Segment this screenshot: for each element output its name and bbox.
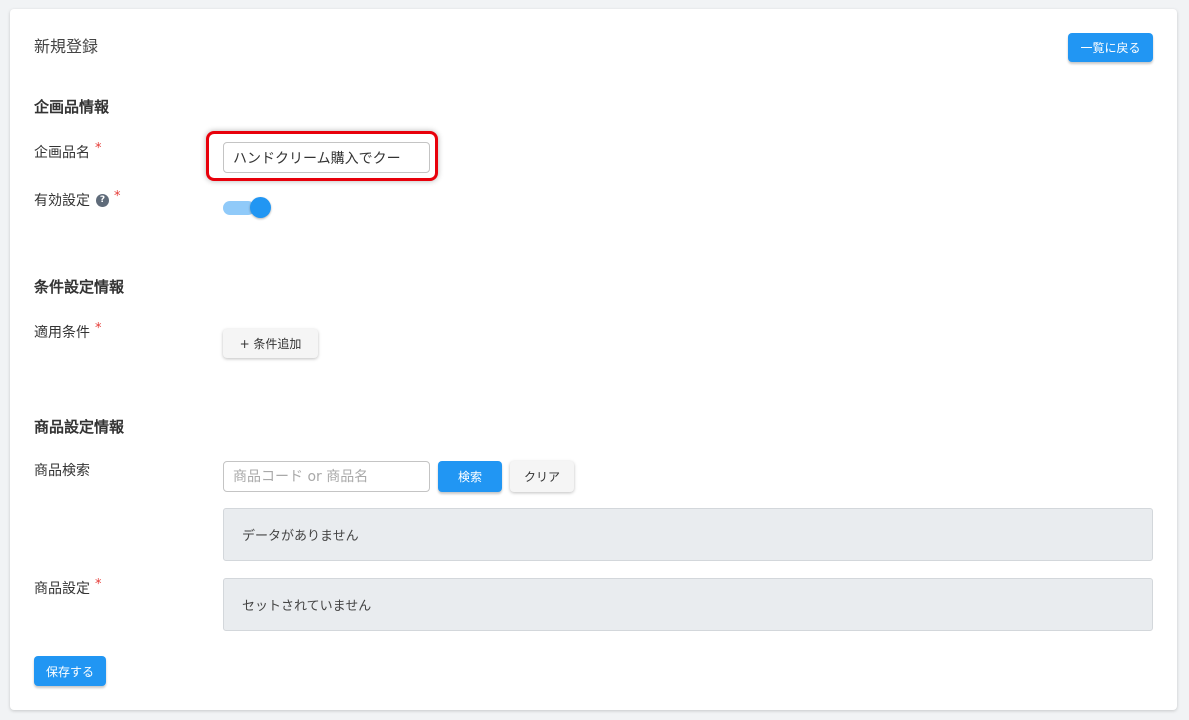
search-button[interactable]: 検索 [438, 461, 502, 492]
toggle-thumb[interactable] [250, 197, 271, 218]
required-mark: * [95, 140, 102, 156]
product-search-label-text: 商品検索 [34, 463, 90, 479]
product-search-input[interactable] [223, 461, 430, 492]
save-button[interactable]: 保存する [34, 656, 106, 686]
search-results-empty-text: データがありません [242, 529, 359, 544]
product-setting-panel: セットされていません [223, 578, 1153, 631]
product-setting-empty-text: セットされていません [242, 599, 372, 614]
enabled-setting-label-text: 有効設定 [34, 193, 90, 209]
required-mark: * [95, 320, 102, 336]
apply-condition-label: 適用条件 * [34, 320, 102, 342]
product-search-label: 商品検索 [34, 460, 90, 480]
search-results-panel: データがありません [223, 508, 1153, 561]
required-mark: * [95, 576, 102, 592]
product-setting-label-text: 商品設定 [34, 581, 90, 597]
planning-name-label-text: 企画品名 [34, 145, 90, 161]
apply-condition-label-text: 適用条件 [34, 325, 90, 341]
required-mark: * [114, 188, 121, 204]
help-icon[interactable]: ? [96, 193, 109, 207]
section-heading-conditions: 条件設定情報 [34, 278, 125, 296]
product-setting-label: 商品設定 * [34, 576, 102, 598]
back-to-list-button[interactable]: 一覧に戻る [1068, 33, 1153, 62]
clear-button[interactable]: クリア [510, 461, 574, 492]
registration-card: 新規登録 一覧に戻る 企画品情報 企画品名 * 有効設定 ? * 条件設定情報 … [10, 9, 1177, 710]
page-title: 新規登録 [34, 37, 99, 56]
highlight-annotation [206, 131, 438, 181]
section-heading-products: 商品設定情報 [34, 418, 125, 436]
planning-name-label: 企画品名 * [34, 140, 102, 162]
enabled-setting-label: 有効設定 ? * [34, 188, 121, 210]
add-condition-button[interactable]: + 条件追加 [223, 329, 318, 358]
section-heading-planning: 企画品情報 [34, 98, 110, 116]
